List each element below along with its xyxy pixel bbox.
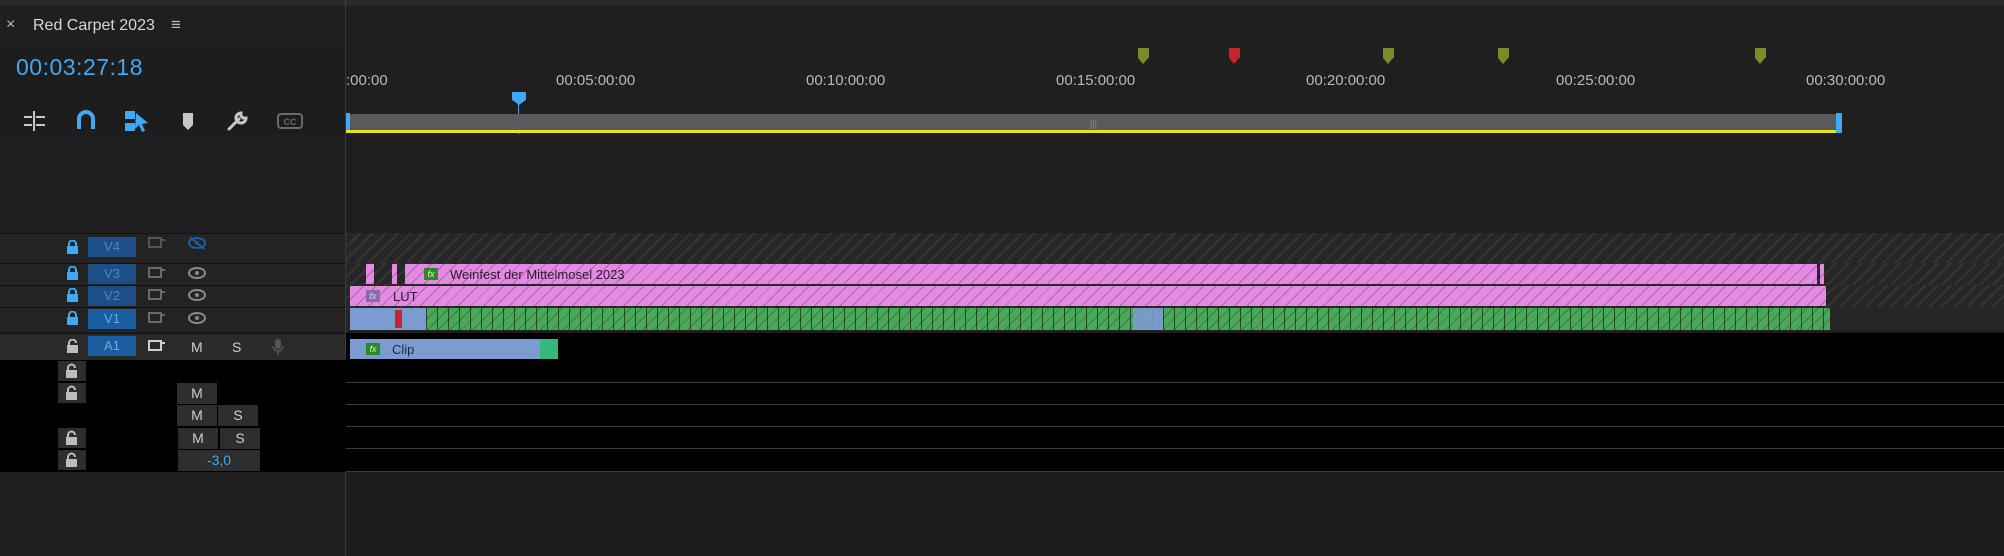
sequence-marker-green[interactable] [1755,48,1766,64]
playhead-timecode[interactable]: 00:03:27:18 [16,54,143,81]
timeline-settings-wrench-icon[interactable] [222,105,254,137]
video-clips-v1[interactable] [426,308,1830,330]
sync-lock-icon[interactable] [148,266,166,285]
track-label-v4[interactable]: V4 [88,237,136,257]
panel-menu-icon[interactable]: ≡ [171,15,181,35]
clip[interactable] [1133,308,1163,330]
mute-button[interactable]: M [178,428,218,449]
snap-magnet-icon[interactable] [70,105,102,137]
sequence-marker-red[interactable] [1229,48,1240,64]
solo-button[interactable]: S [220,428,260,449]
fx-badge: fx [366,343,380,355]
lock-icon[interactable] [66,310,79,325]
fx-badge: fx [366,290,380,302]
add-marker-icon[interactable] [172,105,204,137]
ruler-label: 00:25:00:00 [1556,72,1636,89]
clip-marker-red [395,310,402,328]
track-label-v2[interactable]: V2 [88,286,136,306]
eye-icon[interactable] [187,288,207,307]
panel-tab-bar [0,6,2004,50]
unlock-icon[interactable] [58,450,86,470]
ruler-label: :00:00 [346,72,388,89]
clip[interactable] [350,308,426,330]
svg-text:CC: CC [284,117,297,127]
audio-clip-a1[interactable] [540,339,558,359]
clip[interactable] [392,264,397,284]
empty-header-area [0,472,345,556]
track-label-v1[interactable]: V1 [88,309,136,329]
sequence-marker-green[interactable] [1498,48,1509,64]
sync-lock-icon[interactable] [148,236,166,253]
microphone-icon[interactable] [271,338,285,361]
track-header-v4 [0,233,345,264]
track-row-v4 [346,233,2004,263]
track-row-a1 [346,333,2004,360]
captions-cc-icon[interactable]: CC [274,105,306,137]
mute-button[interactable]: M [177,405,217,426]
mute-button-a1[interactable]: M [191,339,203,355]
close-tab-icon[interactable]: × [6,16,15,34]
track-divider [346,382,2004,383]
track-divider [346,448,2004,449]
clip-name: LUT [393,289,418,304]
insert-nested-icon[interactable] [18,105,50,137]
ruler-label: 00:05:00:00 [556,72,636,89]
sequence-tab-title[interactable]: Red Carpet 2023 [33,17,155,35]
unlock-icon[interactable] [58,383,86,403]
lock-icon[interactable] [66,287,79,302]
eye-icon[interactable] [187,311,207,330]
solo-button-a1[interactable]: S [232,339,241,355]
zoom-grip-icon: ||| [1090,119,1098,129]
eye-hidden-icon[interactable] [187,236,207,253]
sequence-marker-green[interactable] [1383,48,1394,64]
ruler-label: 00:30:00:00 [1806,72,1886,89]
lock-icon[interactable] [66,239,79,254]
track-header-v2 [0,285,345,308]
unlock-icon[interactable] [58,361,86,381]
mute-button[interactable]: M [177,383,217,404]
solo-button[interactable]: S [218,405,258,426]
master-volume-field[interactable]: -3,0 [178,450,260,471]
eye-icon[interactable] [187,266,207,285]
clip[interactable] [366,264,374,284]
unlock-icon[interactable] [66,338,79,353]
ruler-label: 00:10:00:00 [806,72,886,89]
track-label-a1[interactable]: A1 [88,336,136,356]
empty-timeline-area [346,472,2004,556]
ruler-label: 00:15:00:00 [1056,72,1136,89]
track-header-v1 [0,307,345,332]
linked-selection-icon[interactable] [120,105,152,137]
lock-icon[interactable] [66,265,79,280]
zoom-bar-right-handle[interactable] [1836,113,1842,133]
ruler-label: 00:20:00:00 [1306,72,1386,89]
clip-name: Clip [392,342,415,357]
track-header-a1 [0,333,345,361]
sync-lock-icon[interactable] [148,288,166,307]
sequence-marker-green[interactable] [1138,48,1149,64]
track-header-v3 [0,263,345,286]
clip-name: Weinfest der Mittelmosel 2023 [450,267,625,282]
unlock-icon[interactable] [58,428,86,448]
empty-timeline-area [346,134,2004,233]
clip[interactable] [1820,264,1824,284]
adjustment-clip-v2[interactable] [350,286,1826,306]
track-divider [346,404,2004,405]
track-label-v3[interactable]: V3 [88,264,136,284]
sync-lock-icon[interactable] [148,339,166,358]
work-area-bar[interactable] [346,130,1836,133]
audio-submix-area [0,360,2004,472]
track-divider [346,426,2004,427]
fx-badge: fx [424,268,438,280]
sync-lock-icon[interactable] [148,311,166,330]
